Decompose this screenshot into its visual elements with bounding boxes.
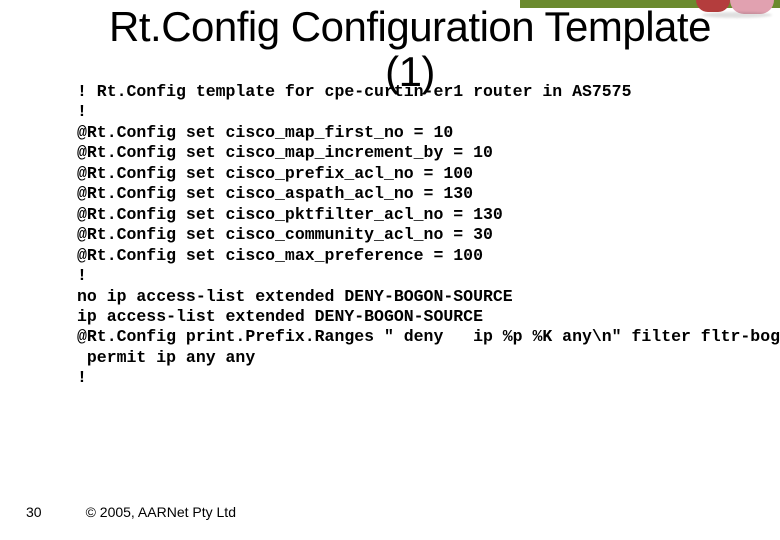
code-line: @Rt.Config set cisco_prefix_acl_no = 100	[77, 164, 473, 183]
copyright: © 2005, AARNet Pty Ltd	[86, 504, 236, 520]
code-line: @Rt.Config set cisco_max_preference = 10…	[77, 246, 483, 265]
code-line: permit ip any any	[77, 348, 255, 367]
code-line: @Rt.Config set cisco_community_acl_no = …	[77, 225, 493, 244]
code-line: @Rt.Config set cisco_map_increment_by = …	[77, 143, 493, 162]
title-line-1: Rt.Config Configuration Template	[109, 3, 711, 50]
code-line: no ip access-list extended DENY-BOGON-SO…	[77, 287, 513, 306]
code-line: ! Rt.Config template for cpe-curtin-er1 …	[77, 82, 632, 101]
code-line: !	[77, 102, 87, 121]
code-line: !	[77, 368, 87, 387]
slide: Rt.Config Configuration Template (1) ! R…	[0, 0, 780, 540]
code-line: @Rt.Config print.Prefix.Ranges " deny ip…	[77, 327, 780, 346]
code-line: @Rt.Config set cisco_pktfilter_acl_no = …	[77, 205, 503, 224]
code-line: ip access-list extended DENY-BOGON-SOURC…	[77, 307, 483, 326]
footer: 30 © 2005, AARNet Pty Ltd	[26, 504, 236, 520]
code-line: @Rt.Config set cisco_aspath_acl_no = 130	[77, 184, 473, 203]
code-line: @Rt.Config set cisco_map_first_no = 10	[77, 123, 453, 142]
code-block: ! Rt.Config template for cpe-curtin-er1 …	[77, 82, 770, 389]
page-number: 30	[26, 504, 42, 520]
code-line: !	[77, 266, 87, 285]
